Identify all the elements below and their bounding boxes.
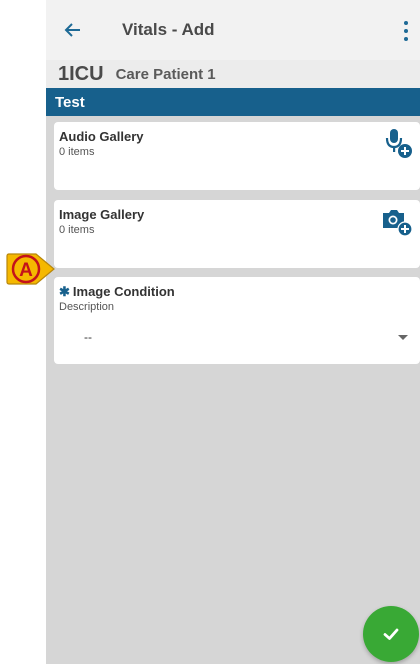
check-icon <box>383 628 399 640</box>
required-asterisk-icon: ✱ <box>59 284 70 299</box>
chevron-down-icon[interactable] <box>398 335 408 340</box>
audio-gallery-card[interactable]: Audio Gallery 0 items <box>54 122 420 190</box>
audio-gallery-title: Audio Gallery <box>59 129 144 144</box>
mic-add-icon[interactable] <box>380 126 414 160</box>
page-title: Vitals - Add <box>122 20 215 39</box>
image-condition-card: ✱ Image Condition Description -- <box>54 277 420 364</box>
patient-bed: 1ICU <box>58 62 104 85</box>
confirm-button[interactable] <box>363 606 419 662</box>
more-vert-icon[interactable] <box>396 18 416 44</box>
camera-add-icon[interactable] <box>380 204 414 238</box>
back-button[interactable] <box>46 0 100 60</box>
image-gallery-card[interactable]: Image Gallery 0 items <box>54 200 420 268</box>
image-gallery-title: Image Gallery <box>59 207 145 222</box>
section-header: Test <box>46 88 420 116</box>
arrow-left-icon <box>64 23 80 37</box>
audio-gallery-count: 0 items <box>59 146 95 158</box>
callout-label: A <box>19 260 33 281</box>
callout-arrow-icon: A <box>6 253 55 285</box>
app-bar: Vitals - Add <box>46 0 420 60</box>
image-condition-title: ✱ Image Condition <box>59 284 175 300</box>
patient-name: Care Patient 1 <box>115 65 216 83</box>
app-screen: Vitals - Add 1ICU Care Patient 1 Test Au… <box>46 0 420 664</box>
description-select-value[interactable]: -- <box>84 330 92 344</box>
description-label: Description <box>59 301 115 313</box>
patient-header: 1ICU Care Patient 1 <box>46 60 420 88</box>
callout-marker: A <box>6 249 58 289</box>
section-title: Test <box>55 93 85 111</box>
image-gallery-count: 0 items <box>59 224 95 236</box>
image-condition-label: Image Condition <box>72 284 175 299</box>
